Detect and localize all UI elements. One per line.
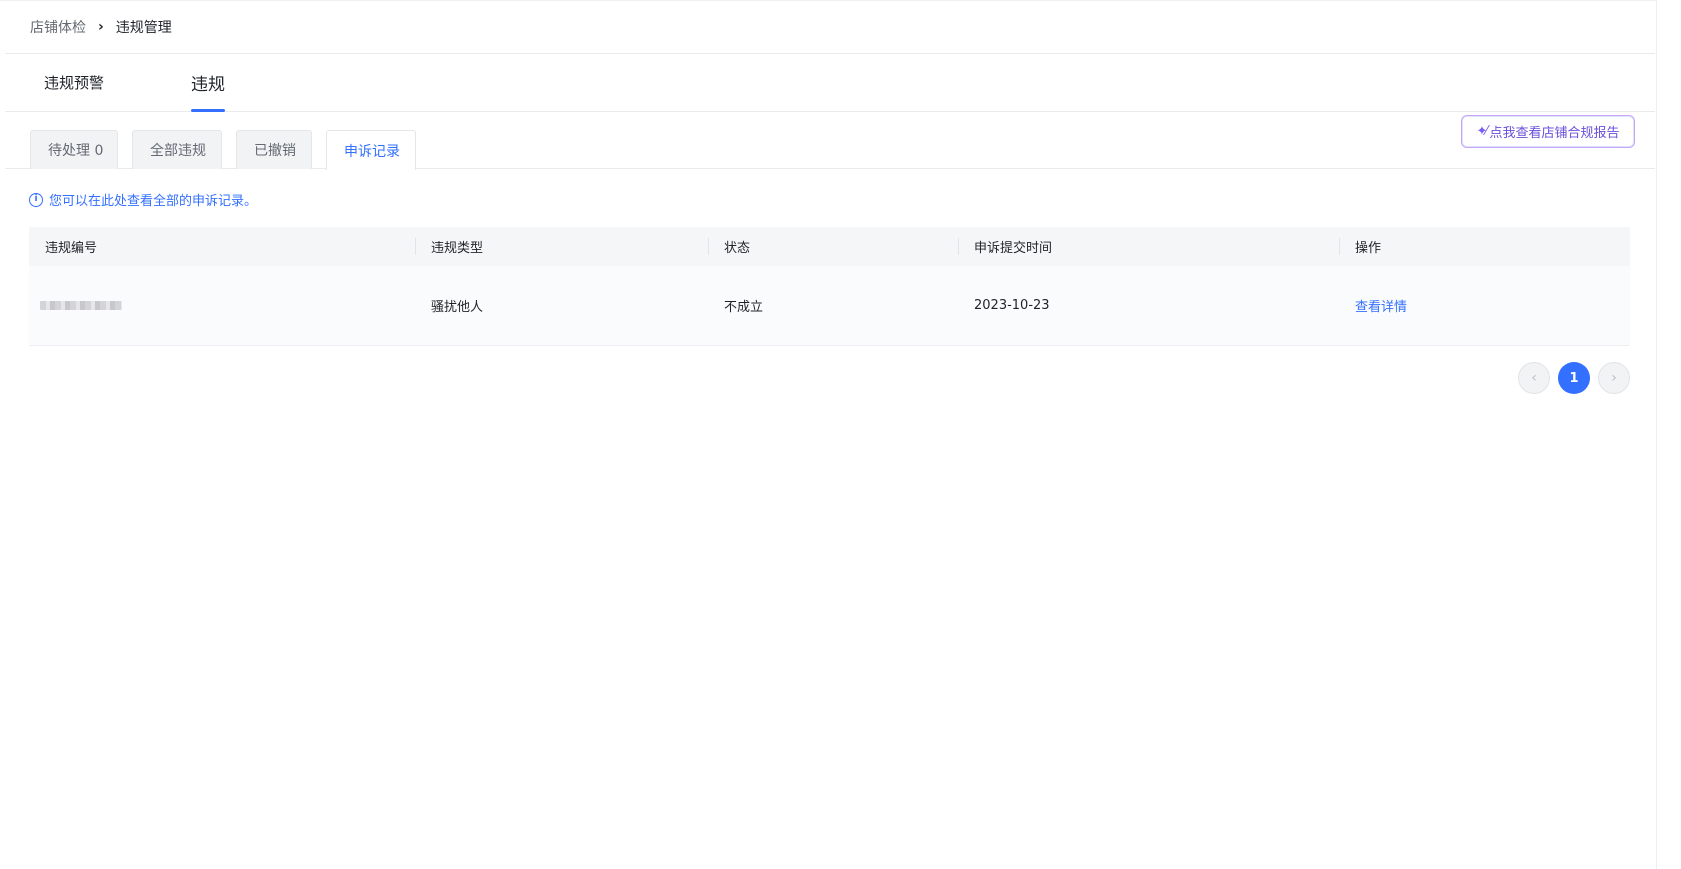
breadcrumb-current: 违规管理 <box>115 19 172 36</box>
table-body: 骚扰他人 不成立 2023-10-23 查看详情 <box>29 266 1630 346</box>
table-row: 骚扰他人 不成立 2023-10-23 查看详情 <box>29 266 1630 346</box>
breadcrumb: 店铺体检 › 违规管理 <box>5 0 1655 54</box>
breadcrumb-parent[interactable]: 店铺体检 <box>30 17 86 37</box>
compliance-report-label: 点我查看店铺合规报告 <box>1489 126 1620 141</box>
cell-submit-time: 2023-10-23 <box>974 298 1050 313</box>
chevron-left-icon: ‹ <box>1531 370 1537 386</box>
header-status: 状态 <box>708 227 958 266</box>
view-details-link[interactable]: 查看详情 <box>1355 296 1407 315</box>
info-notice: i 您可以在此处查看全部的申诉记录。 <box>29 190 257 209</box>
info-notice-text: 您可以在此处查看全部的申诉记录。 <box>49 194 258 209</box>
header-action: 操作 <box>1339 227 1630 266</box>
subtab-appeal-records[interactable]: 申诉记录 <box>326 130 416 170</box>
header-violation-type: 违规类型 <box>415 227 708 266</box>
cell-violation-type: 骚扰他人 <box>431 300 484 315</box>
cell-status: 不成立 <box>724 300 764 315</box>
tab-violation-warning[interactable]: 违规预警 <box>44 53 104 111</box>
page-1-button[interactable]: 1 <box>1558 362 1590 394</box>
sparkle-wand-icon: ✦⁄ <box>1476 124 1487 139</box>
appeal-records-table: 违规编号 违规类型 状态 申诉提交时间 操作 骚扰他人 不成立 2023-10-… <box>29 227 1630 346</box>
right-rail <box>1656 0 1681 869</box>
chevron-right-icon: › <box>1611 370 1617 386</box>
subtab-all-violations[interactable]: 全部违规 <box>132 130 222 169</box>
sub-tabs: 待处理 0 全部违规 已撤销 申诉记录 <box>5 112 1655 170</box>
header-violation-id: 违规编号 <box>45 241 98 256</box>
cell-action: 查看详情 <box>1339 266 1630 346</box>
page: 店铺体检 › 违规管理 违规预警 违规 待处理 0 全部违规 已撤销 申诉记录 … <box>0 0 1681 869</box>
cell-violation-id <box>29 266 415 346</box>
chevron-right-icon: › <box>98 18 104 35</box>
next-page-button[interactable]: › <box>1598 362 1630 394</box>
masked-violation-id <box>40 301 122 310</box>
compliance-report-button[interactable]: ✦⁄ 点我查看店铺合规报告 <box>1461 115 1635 148</box>
header-submit-time: 申诉提交时间 <box>958 227 1339 266</box>
subtab-pending[interactable]: 待处理 0 <box>30 130 118 169</box>
info-icon: i <box>29 192 43 207</box>
table-header: 违规编号 违规类型 状态 申诉提交时间 操作 <box>29 227 1630 266</box>
pagination: ‹ 1 › <box>1518 362 1630 394</box>
main-tabs: 违规预警 违规 <box>5 54 1655 112</box>
tab-violation[interactable]: 违规 <box>191 53 225 112</box>
prev-page-button[interactable]: ‹ <box>1518 362 1550 394</box>
subtab-revoked[interactable]: 已撤销 <box>236 130 312 169</box>
